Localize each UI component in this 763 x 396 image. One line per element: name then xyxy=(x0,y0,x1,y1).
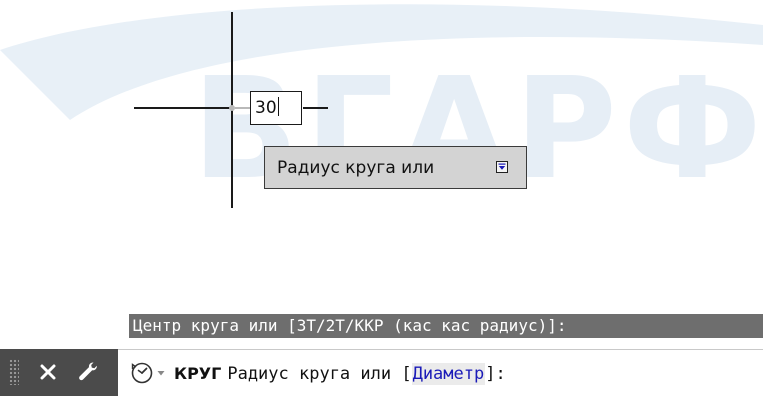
command-input[interactable]: КРУГ Радиус круга или [Диаметр]: xyxy=(118,349,763,396)
option-diameter[interactable]: Диаметр xyxy=(411,363,486,385)
down-arrow-box-icon[interactable] xyxy=(496,161,508,173)
dynamic-input-field[interactable]: 30 xyxy=(250,91,302,125)
dynamic-prompt-tooltip: Радиус круга или xyxy=(264,146,527,189)
command-prompt: КРУГ Радиус круга или [Диаметр]: xyxy=(174,350,506,396)
crosshair-horizontal-right xyxy=(303,107,328,109)
center-point-marker xyxy=(229,105,235,111)
command-line-bar: КРУГ Радиус круга или [Диаметр]: xyxy=(0,349,763,396)
prompt-text: Радиус круга или [ xyxy=(227,364,412,384)
text-caret xyxy=(277,97,279,116)
command-name: КРУГ xyxy=(174,364,222,383)
command-line-toolbar xyxy=(0,349,118,396)
rubber-band-line xyxy=(235,107,250,109)
dynamic-input-value: 30 xyxy=(255,98,277,118)
close-icon[interactable] xyxy=(35,358,61,386)
wrench-icon[interactable] xyxy=(73,357,105,387)
recent-commands-icon[interactable] xyxy=(130,361,154,385)
prompt-suffix: ]: xyxy=(485,364,506,384)
tooltip-label: Радиус круга или xyxy=(277,157,435,178)
chevron-down-icon[interactable] xyxy=(156,366,166,380)
crosshair-horizontal-left xyxy=(134,107,231,109)
command-history-line: Центр круга или [3Т/2Т/ККР (кас кас ради… xyxy=(129,314,763,338)
drag-grip-icon[interactable] xyxy=(9,359,19,385)
drawing-area[interactable]: ВГАРФ 30 Радиус круга или Центр круга ил… xyxy=(0,0,763,396)
